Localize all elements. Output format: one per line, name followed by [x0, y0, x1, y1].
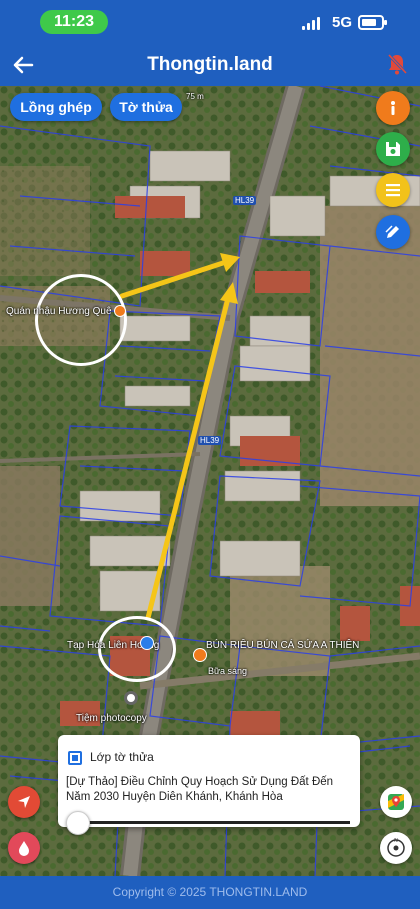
- toggle-long-ghep[interactable]: Lồng ghép: [10, 93, 102, 121]
- road-label-hl39: HL39: [233, 196, 257, 205]
- compass-icon[interactable]: N: [380, 832, 412, 864]
- battery-icon: [358, 15, 387, 30]
- layer-checkbox-label[interactable]: Lớp tờ thửa: [90, 750, 154, 764]
- opacity-slider-track[interactable]: [72, 821, 350, 824]
- place-label[interactable]: BÚN RIÊU BÚN CÁ SỨA A THIÊN: [206, 640, 359, 651]
- water-drop-icon[interactable]: [8, 832, 40, 864]
- google-maps-icon[interactable]: [380, 786, 412, 818]
- info-icon[interactable]: [376, 91, 410, 125]
- network-label: 5G: [332, 14, 353, 31]
- place-label[interactable]: Tiệm photocopy: [76, 713, 147, 724]
- toggle-to-thua[interactable]: Tờ thửa: [110, 93, 182, 121]
- place-label[interactable]: Bữa sáng: [208, 666, 247, 676]
- page-title: Thongtin.land: [147, 54, 273, 75]
- restaurant-pin-icon[interactable]: [114, 305, 126, 317]
- shop-pin-icon[interactable]: [140, 636, 154, 650]
- restaurant-pin-icon[interactable]: [193, 648, 207, 662]
- app-header: Thongtin.land: [0, 44, 420, 86]
- my-location-icon[interactable]: [8, 786, 40, 818]
- edit-plot-icon[interactable]: [376, 215, 410, 249]
- svg-text:N: N: [394, 838, 398, 844]
- layer-description: [Dự Thảo] Điều Chỉnh Quy Hoạch Sử Dụng Đ…: [66, 776, 334, 803]
- road-label-hl39-south: HL39: [198, 436, 222, 445]
- scale-label: 75 m: [186, 92, 204, 101]
- shop-pin-icon[interactable]: [124, 691, 138, 705]
- layer-panel: Lớp tờ thửa [Dự Thảo] Điều Chỉnh Quy Hoạ…: [58, 735, 360, 835]
- bell-off-icon[interactable]: [386, 52, 408, 76]
- place-label[interactable]: Quán nhậu Hương Quê: [6, 306, 112, 317]
- status-time: 11:23: [40, 10, 108, 34]
- status-bar: 11:23 5G: [0, 0, 420, 44]
- opacity-slider-knob[interactable]: [66, 811, 90, 835]
- signal-icon: [302, 16, 322, 30]
- save-icon[interactable]: [376, 132, 410, 166]
- highlight-circle-north: [35, 274, 127, 366]
- copyright-footer: Copyright © 2025 THONGTIN.LAND: [0, 876, 420, 909]
- list-icon[interactable]: [376, 173, 410, 207]
- layer-checkbox[interactable]: [68, 751, 82, 765]
